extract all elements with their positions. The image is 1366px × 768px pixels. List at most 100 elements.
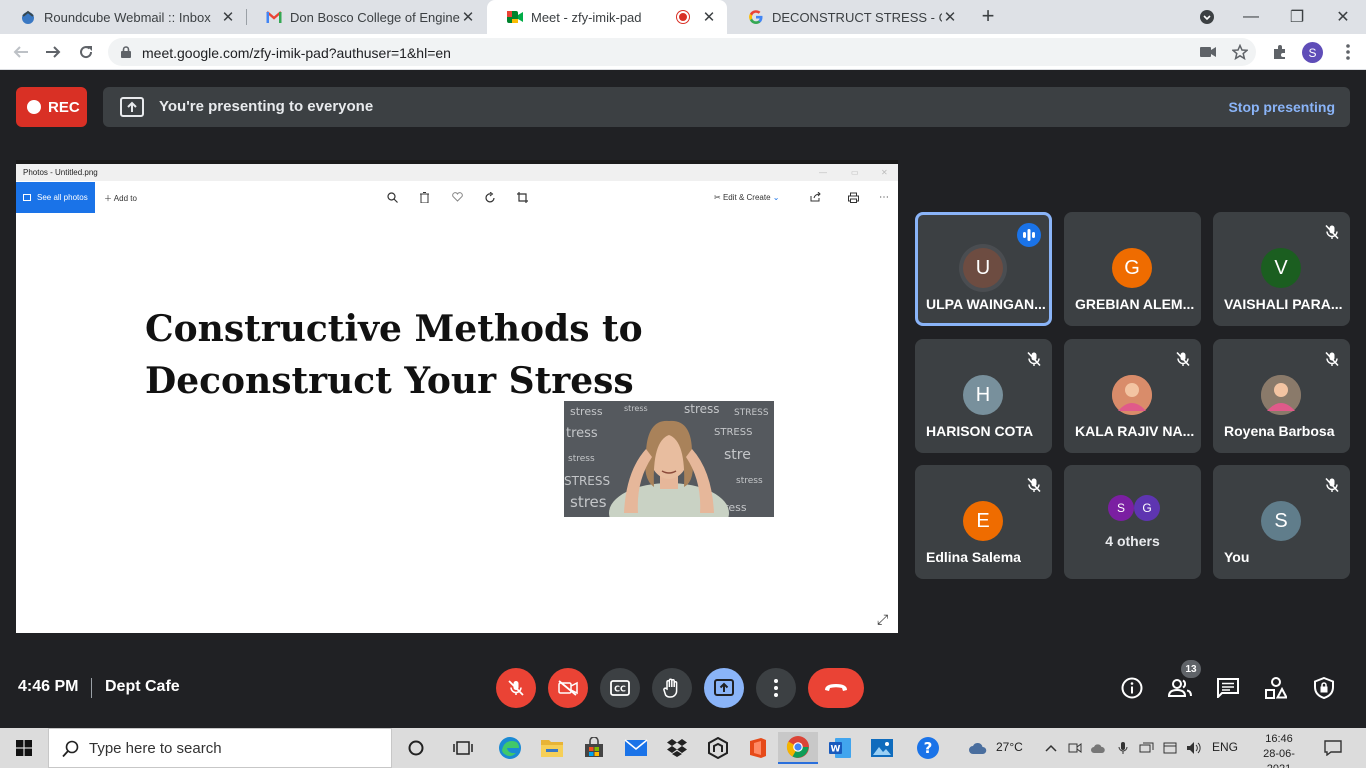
captions-button[interactable]: CC xyxy=(600,668,640,708)
gmail-icon xyxy=(266,9,282,25)
participant-tile[interactable]: G GREBIAN ALEM... xyxy=(1064,212,1201,326)
camera-toggle-button[interactable] xyxy=(548,668,588,708)
host-controls-button[interactable] xyxy=(1312,676,1336,700)
others-avatar: G xyxy=(1134,495,1160,521)
meet-tray-icon[interactable] xyxy=(1067,740,1083,756)
cortana-icon[interactable] xyxy=(396,732,436,764)
zoom-icon xyxy=(386,191,398,203)
recording-button[interactable]: REC xyxy=(16,87,87,127)
close-tab-icon[interactable]: ✕ xyxy=(460,8,476,26)
window-tray-icon[interactable] xyxy=(1162,740,1178,756)
svg-text:STRESS: STRESS xyxy=(564,474,610,488)
task-view-icon[interactable] xyxy=(443,732,483,764)
slide-title-line-1: Constructive Methods to xyxy=(145,308,643,350)
participant-tile[interactable]: H HARISON COTA xyxy=(915,339,1052,453)
office-icon[interactable] xyxy=(738,732,778,764)
chevron-down-icon: ⌄ xyxy=(770,193,780,202)
help-icon[interactable]: ? xyxy=(908,732,948,764)
see-all-photos-button: See all photos xyxy=(16,182,95,213)
lock-icon xyxy=(121,46,131,58)
participant-tile[interactable]: KALA RAJIV NA... xyxy=(1064,339,1201,453)
more-vert-icon[interactable] xyxy=(1338,42,1358,62)
participant-tile[interactable]: U ULPA WAINGAN... xyxy=(915,212,1052,326)
microsoft-store-icon[interactable] xyxy=(574,732,614,764)
minimize-button[interactable]: — xyxy=(1228,0,1274,34)
tab-search-button[interactable] xyxy=(1184,0,1230,34)
others-tile[interactable]: SG 4 others xyxy=(1064,465,1201,579)
people-button[interactable] xyxy=(1168,676,1192,700)
rotate-icon xyxy=(484,191,496,203)
address-bar[interactable]: meet.google.com/zfy-imik-pad?authuser=1&… xyxy=(108,38,1256,66)
participant-tile[interactable]: Royena Barbosa xyxy=(1213,339,1350,453)
photos-app-icon[interactable] xyxy=(862,732,902,764)
more-options-button[interactable] xyxy=(756,668,796,708)
tab-roundcube[interactable]: Roundcube Webmail :: Inbox ✕ xyxy=(0,0,246,34)
microphone-tray-icon[interactable] xyxy=(1115,740,1131,756)
network-icon[interactable] xyxy=(1139,740,1155,756)
new-tab-button[interactable]: + xyxy=(976,4,1000,28)
taskbar-search-box[interactable]: Type here to search xyxy=(48,728,392,768)
participant-name: VAISHALI PARA... xyxy=(1224,296,1343,312)
chrome-icon[interactable] xyxy=(778,732,818,764)
present-now-button[interactable] xyxy=(704,668,744,708)
chevron-up-icon[interactable] xyxy=(1043,740,1059,756)
meeting-time: 4:46 PM xyxy=(18,678,79,695)
participant-tile[interactable]: V VAISHALI PARA... xyxy=(1213,212,1350,326)
word-icon[interactable]: W xyxy=(820,732,860,764)
participant-tile[interactable]: E Edlina Salema xyxy=(915,465,1052,579)
photo-gallery-icon xyxy=(23,194,31,201)
photos-title-text: Photos - Untitled.png xyxy=(23,168,98,177)
search-placeholder: Type here to search xyxy=(89,740,222,757)
close-tab-icon[interactable]: ✕ xyxy=(701,8,717,26)
closed-captions-icon: CC xyxy=(610,680,630,696)
chat-button[interactable] xyxy=(1216,676,1240,700)
participant-avatar: U xyxy=(963,248,1003,288)
reload-button[interactable] xyxy=(74,40,98,64)
expand-icon[interactable]: ⤢ xyxy=(877,611,888,628)
profile-avatar[interactable]: S xyxy=(1302,42,1323,63)
start-button[interactable] xyxy=(0,728,48,768)
participant-avatar: S xyxy=(1261,501,1301,541)
leave-call-button[interactable] xyxy=(808,668,864,708)
edge-browser-icon[interactable] xyxy=(490,732,530,764)
volume-icon[interactable] xyxy=(1186,740,1202,756)
mail-icon[interactable] xyxy=(616,732,656,764)
weather-cloud-icon[interactable] xyxy=(968,740,988,756)
weather-temperature[interactable]: 27°C xyxy=(996,740,1023,754)
participant-tile[interactable]: S You xyxy=(1213,465,1350,579)
svg-text:stress: stress xyxy=(624,404,648,413)
notifications-icon[interactable] xyxy=(1323,740,1343,756)
tab-title: Roundcube Webmail :: Inbox xyxy=(44,9,211,25)
mic-off-icon xyxy=(1026,477,1042,493)
meeting-details-button[interactable] xyxy=(1120,676,1144,700)
extensions-icon[interactable] xyxy=(1270,42,1290,62)
close-tab-icon[interactable]: ✕ xyxy=(942,8,958,26)
dropbox-icon[interactable] xyxy=(657,732,697,764)
system-clock[interactable]: 16:46 28-06-2021 xyxy=(1257,732,1301,768)
browser-toolbar: meet.google.com/zfy-imik-pad?authuser=1&… xyxy=(0,34,1366,70)
raise-hand-button[interactable] xyxy=(652,668,692,708)
maximize-button[interactable]: ❐ xyxy=(1274,0,1320,34)
camera-in-use-icon[interactable] xyxy=(1198,42,1218,62)
svg-text:stres: stres xyxy=(570,493,607,511)
stop-presenting-button[interactable]: Stop presenting xyxy=(1228,99,1335,115)
add-to-button: ＋ Add to xyxy=(104,193,137,204)
bookmark-star-icon[interactable] xyxy=(1230,42,1250,62)
microphone-toggle-button[interactable] xyxy=(496,668,536,708)
svg-text:stress: stress xyxy=(736,476,763,486)
forward-button[interactable] xyxy=(41,40,65,64)
input-language[interactable]: ENG xyxy=(1212,740,1238,754)
more-horizontal-icon: ⋯ xyxy=(879,191,889,203)
close-tab-icon[interactable]: ✕ xyxy=(220,8,236,26)
present-screen-icon xyxy=(120,97,144,117)
onedrive-icon[interactable] xyxy=(1090,740,1106,756)
settings-hub-icon[interactable] xyxy=(698,732,738,764)
activities-button[interactable] xyxy=(1264,676,1288,700)
tab-gmail[interactable]: Don Bosco College of Engineerin ✕ xyxy=(246,0,486,34)
back-button[interactable] xyxy=(9,40,33,64)
close-window-button[interactable]: ✕ xyxy=(1320,0,1366,34)
tab-google[interactable]: DECONSTRUCT STRESS - Google ✕ xyxy=(728,0,968,34)
slide-title-line-2: Deconstruct Your Stress xyxy=(145,360,634,402)
tab-meet[interactable]: Meet - zfy-imik-pad ✕ xyxy=(487,0,727,34)
file-explorer-icon[interactable] xyxy=(532,732,572,764)
